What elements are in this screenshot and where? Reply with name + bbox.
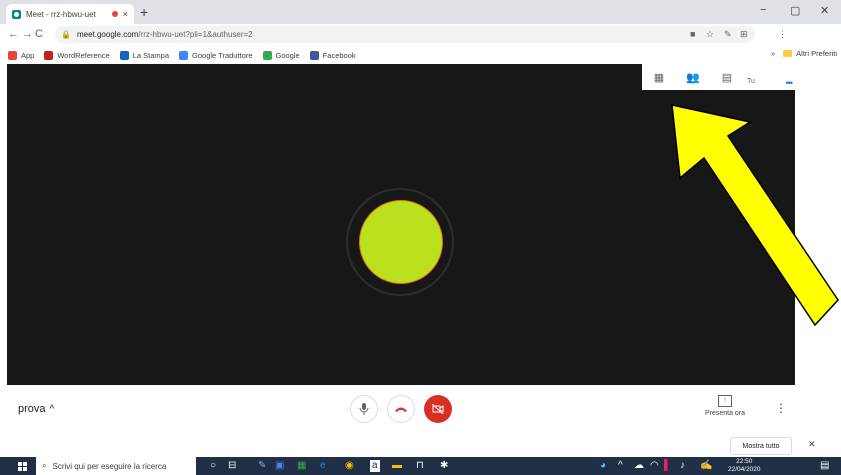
facebook-icon — [309, 50, 319, 60]
browser-tab-bar: Meet - rrz-hbwu-uet × + − ▢ ✕ — [0, 0, 841, 24]
search-icon: ⌕ — [42, 461, 47, 470]
clock-date: 22/04/2020 — [728, 466, 761, 473]
bookmark-wordreference[interactable]: WordReference — [44, 50, 110, 60]
extensions-grid-icon[interactable]: ⊞ — [740, 29, 748, 40]
bookmark-facebook[interactable]: Facebook — [309, 50, 356, 60]
layout-grid-icon[interactable]: ▦ — [642, 71, 676, 84]
folder-icon — [783, 50, 793, 57]
file-explorer-icon[interactable]: ▬ — [392, 460, 402, 472]
wordreference-icon — [44, 50, 54, 60]
notifications-icon[interactable]: ▤ — [820, 460, 829, 472]
network-tray-icon[interactable]: ◠ — [650, 460, 659, 472]
video-stage — [7, 64, 795, 385]
self-tile-label: Tu — [747, 77, 755, 85]
bookmarks-overflow-button[interactable]: » — [771, 49, 775, 58]
cloud-tray-icon[interactable]: ☁ — [634, 460, 644, 472]
calculator-app-icon[interactable]: ▦ — [297, 460, 306, 472]
windows-taskbar: ⌕ Scrivi qui per eseguire la ricerca ○ ⊟… — [0, 457, 841, 475]
more-options-icon[interactable]: ⋮ — [775, 401, 787, 415]
new-tab-button[interactable]: + — [140, 4, 148, 20]
apps-grid-icon — [8, 50, 17, 60]
meeting-name: prova — [18, 403, 46, 415]
windows-start-icon[interactable] — [18, 462, 27, 471]
language-tray-icon[interactable]: ✍ — [700, 460, 712, 472]
recording-indicator-icon — [111, 11, 118, 17]
other-bookmarks[interactable]: Altri Preferiti — [783, 49, 837, 58]
self-tile-more-icon[interactable]: ••• — [786, 78, 794, 88]
meeting-details-button[interactable]: prova ^ — [18, 403, 54, 415]
chrome-browser-icon[interactable]: ◉ — [345, 460, 354, 472]
extension-icon[interactable]: ✎ — [724, 29, 732, 40]
back-button[interactable]: ← — [8, 28, 19, 40]
meeting-controls: prova ^ ↑ Presenta ora ⋮ — [0, 385, 795, 433]
bookmark-google[interactable]: Google — [262, 50, 300, 60]
task-view-icon[interactable]: ⊟ — [228, 460, 236, 472]
participant-avatar — [359, 200, 443, 284]
taskbar-search-placeholder: Scrivi qui per eseguire la ricerca — [52, 461, 167, 471]
maximize-button[interactable]: ▢ — [790, 4, 800, 17]
bookmark-star-icon[interactable]: ☆ — [706, 29, 714, 40]
present-now-label: Presenta ora — [704, 410, 746, 417]
camera-indicator-icon[interactable]: ■ — [690, 29, 695, 39]
address-bar-row: ← → C 🔒 meet.google.com/rrz-hbwu-uet?pli… — [0, 24, 841, 47]
hang-up-icon — [395, 407, 407, 412]
close-window-button[interactable]: ✕ — [820, 4, 829, 17]
taskbar-clock[interactable]: 22:50 22/04/2020 — [728, 458, 761, 474]
leave-call-button[interactable] — [387, 395, 415, 423]
url-text: meet.google.com/rrz-hbwu-uet?pli=1&authu… — [77, 30, 253, 39]
tab-close-button[interactable]: × — [123, 9, 128, 19]
bookmarks-right: » Altri Preferiti — [771, 49, 837, 58]
cortana-icon[interactable]: ○ — [210, 460, 216, 472]
browser-menu-icon[interactable]: ⋮ — [778, 29, 787, 40]
amazon-app-icon[interactable]: a — [370, 460, 380, 472]
clock-time: 22:50 — [736, 458, 753, 465]
lastampa-icon — [119, 50, 129, 60]
present-now-button[interactable]: ↑ Presenta ora — [700, 395, 750, 417]
shelf-close-button[interactable]: ✕ — [808, 439, 816, 450]
google-icon — [262, 50, 272, 60]
meet-favicon-icon — [12, 9, 21, 19]
translate-icon — [179, 50, 189, 60]
photos-app-icon[interactable]: ▣ — [275, 460, 284, 472]
bookmark-google-translate[interactable]: Google Traduttore — [179, 50, 253, 60]
microphone-button[interactable] — [350, 395, 378, 423]
reload-button[interactable]: C — [35, 28, 43, 40]
bookmark-app[interactable]: App — [8, 50, 34, 60]
url-host: meet.google.com — [76, 30, 139, 39]
tab-meet[interactable]: Meet - rrz-hbwu-uet × — [6, 4, 134, 24]
camera-off-icon — [432, 404, 444, 414]
tab-title: Meet - rrz-hbwu-uet — [26, 9, 96, 19]
microphone-icon — [359, 403, 369, 415]
taskbar-search-box[interactable]: ⌕ Scrivi qui per eseguire la ricerca — [36, 457, 196, 475]
top-right-panel: ▦ 👥 ▤ Tu ••• — [642, 64, 795, 90]
edit-app-icon[interactable]: ✎ — [258, 460, 266, 472]
help-tray-icon[interactable]: ◕ — [600, 460, 606, 472]
chevron-up-icon: ^ — [49, 404, 55, 415]
bookmark-lastampa[interactable]: La Stampa — [119, 50, 169, 60]
forward-button[interactable]: → — [22, 28, 33, 40]
edge-browser-icon[interactable]: e — [320, 460, 326, 472]
omnibox[interactable]: 🔒 meet.google.com/rrz-hbwu-uet?pli=1&aut… — [55, 26, 755, 43]
chat-icon[interactable]: ▤ — [710, 71, 744, 84]
store-app-icon[interactable]: ⊓ — [416, 460, 424, 472]
people-icon[interactable]: 👥 — [676, 71, 710, 84]
camera-off-button[interactable] — [424, 395, 452, 423]
lock-icon: 🔒 — [61, 30, 71, 39]
bookmarks-bar: App WordReference La Stampa Google Tradu… — [0, 46, 841, 64]
misc-app-icon[interactable]: ✱ — [440, 460, 448, 472]
show-all-button[interactable]: Mostra tutto — [730, 437, 792, 455]
app-tray-icon[interactable]: ▌ — [664, 460, 671, 472]
minimize-button[interactable]: − — [760, 4, 766, 16]
present-screen-icon: ↑ — [718, 395, 732, 407]
url-path: /rrz-hbwu-uet?pli=1&authuser=2 — [138, 30, 253, 39]
volume-tray-icon[interactable]: ♪ — [680, 460, 685, 472]
tray-expand-icon[interactable]: ^ — [618, 460, 623, 472]
